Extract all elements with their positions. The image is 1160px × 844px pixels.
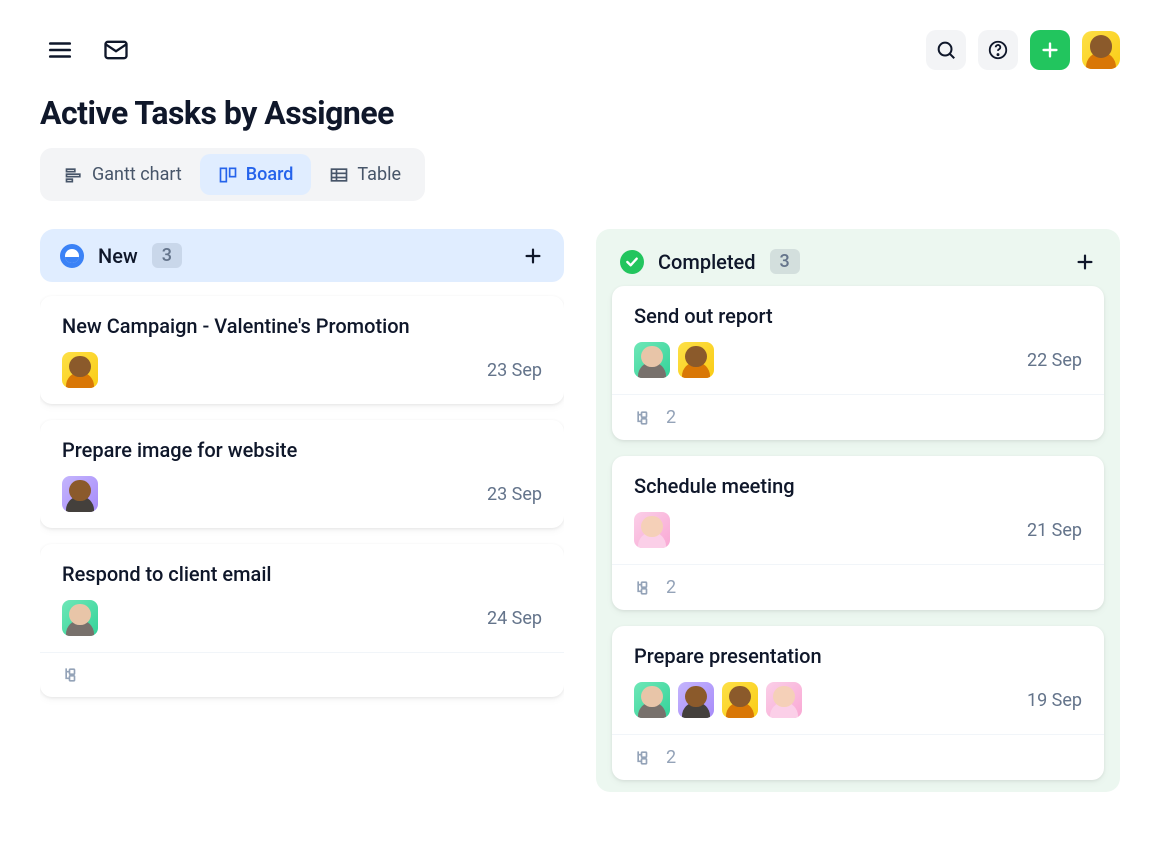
subtasks-count: 2 [666, 747, 676, 768]
help-button[interactable] [978, 30, 1018, 70]
column-new-cards: New Campaign - Valentine's Promotion 23 … [40, 296, 564, 697]
page-title: Active Tasks by Assignee [40, 94, 1120, 132]
task-date: 22 Sep [1027, 350, 1082, 371]
assignee-list [634, 682, 802, 718]
column-completed-title: Completed [658, 250, 756, 274]
assignee-avatar[interactable] [634, 512, 670, 548]
column-new-header: New 3 [40, 229, 564, 282]
board: New 3 New Campaign - Valentine's Promoti… [40, 229, 1120, 792]
task-title: Respond to client email [62, 562, 542, 586]
tab-board[interactable]: Board [200, 154, 312, 195]
task-date: 24 Sep [487, 608, 542, 629]
tab-board-label: Board [246, 164, 294, 185]
task-card[interactable]: Schedule meeting 21 Sep 2 [612, 456, 1104, 610]
top-bar-right [926, 30, 1120, 70]
subtasks-icon [62, 665, 82, 685]
column-new: New 3 New Campaign - Valentine's Promoti… [40, 229, 564, 792]
assignee-avatar[interactable] [722, 682, 758, 718]
task-title: Prepare image for website [62, 438, 542, 462]
assignee-list [634, 342, 714, 378]
top-bar [40, 30, 1120, 70]
task-title: Send out report [634, 304, 1082, 328]
task-title: Schedule meeting [634, 474, 1082, 498]
add-button[interactable] [1030, 30, 1070, 70]
task-date: 21 Sep [1027, 520, 1082, 541]
tab-gantt[interactable]: Gantt chart [46, 154, 200, 195]
task-date: 23 Sep [487, 360, 542, 381]
menu-icon[interactable] [40, 30, 80, 70]
task-footer: 2 [612, 394, 1104, 440]
user-avatar[interactable] [1082, 31, 1120, 69]
tab-table-label: Table [357, 164, 401, 185]
assignee-avatar[interactable] [678, 342, 714, 378]
task-card[interactable]: New Campaign - Valentine's Promotion 23 … [40, 296, 564, 404]
column-completed-add[interactable] [1074, 251, 1096, 273]
task-title: Prepare presentation [634, 644, 1082, 668]
column-completed-cards: Send out report 22 Sep 2 [596, 286, 1120, 780]
assignee-list [62, 476, 98, 512]
assignee-avatar[interactable] [62, 600, 98, 636]
assignee-list [62, 352, 98, 388]
subtasks-count: 2 [666, 407, 676, 428]
subtasks-icon [634, 408, 654, 428]
assignee-avatar[interactable] [62, 476, 98, 512]
assignee-avatar[interactable] [678, 682, 714, 718]
column-completed-header: Completed 3 [596, 229, 1120, 286]
subtasks-icon [634, 748, 654, 768]
task-footer: 2 [612, 734, 1104, 780]
column-new-count: 3 [152, 243, 182, 268]
search-button[interactable] [926, 30, 966, 70]
status-new-icon [60, 244, 84, 268]
assignee-avatar[interactable] [62, 352, 98, 388]
top-bar-left [40, 30, 136, 70]
column-completed-count: 3 [770, 249, 800, 274]
assignee-avatar[interactable] [766, 682, 802, 718]
task-date: 23 Sep [487, 484, 542, 505]
task-title: New Campaign - Valentine's Promotion [62, 314, 542, 338]
assignee-list [62, 600, 98, 636]
column-completed: Completed 3 Send out report 22 Sep [596, 229, 1120, 792]
task-card[interactable]: Respond to client email 24 Sep [40, 544, 564, 697]
assignee-list [634, 512, 670, 548]
status-completed-icon [620, 250, 644, 274]
assignee-avatar[interactable] [634, 682, 670, 718]
assignee-avatar[interactable] [634, 342, 670, 378]
mail-icon[interactable] [96, 30, 136, 70]
subtasks-icon [634, 578, 654, 598]
column-new-add[interactable] [522, 245, 544, 267]
column-new-title: New [98, 244, 138, 268]
task-footer [40, 652, 564, 697]
task-footer: 2 [612, 564, 1104, 610]
tab-table[interactable]: Table [311, 154, 419, 195]
view-tabs: Gantt chart Board Table [40, 148, 425, 201]
subtasks-count: 2 [666, 577, 676, 598]
task-card[interactable]: Prepare presentation 19 Sep [612, 626, 1104, 780]
task-card[interactable]: Send out report 22 Sep 2 [612, 286, 1104, 440]
tab-gantt-label: Gantt chart [92, 164, 182, 185]
task-date: 19 Sep [1027, 690, 1082, 711]
task-card[interactable]: Prepare image for website 23 Sep [40, 420, 564, 528]
